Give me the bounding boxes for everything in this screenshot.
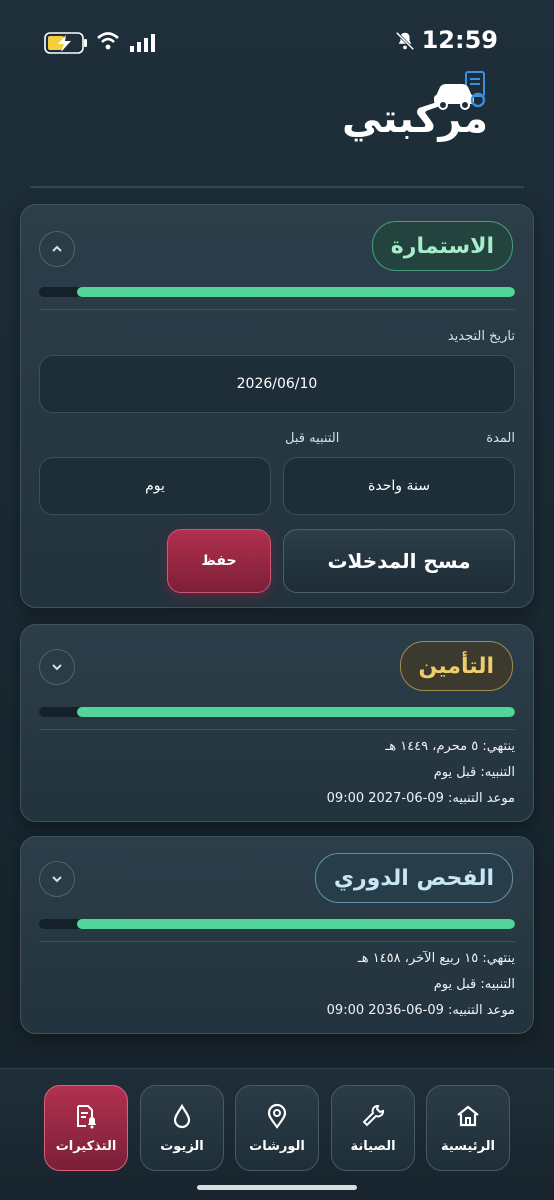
nav-label: التذكيرات [55, 1138, 117, 1154]
chevron-down-icon [52, 664, 62, 671]
nav-oils[interactable]: الزيوت [140, 1085, 224, 1171]
insurance-alert-time: موعد التنبيه: 09-06-2027 09:00 [326, 791, 515, 806]
nav-maintenance[interactable]: الصيانة [331, 1085, 415, 1171]
alert-before-select[interactable]: يوم [39, 457, 271, 515]
brand-title: مركبتي [341, 96, 488, 142]
progress-fill [77, 707, 515, 717]
status-bar: 12:59 [0, 0, 554, 80]
progress-fill [77, 287, 515, 297]
duration-label: المدة [486, 431, 515, 446]
inspection-alert-time: موعد التنبيه: 09-06-2036 09:00 [326, 1003, 515, 1018]
app-frame: 12:59 مركبتي الاستمارة تاريخ التجديد 202… [0, 0, 554, 1200]
registration-title[interactable]: الاستمارة [371, 221, 513, 271]
app-header: مركبتي [0, 70, 554, 190]
nav-label: الصيانة [350, 1138, 396, 1154]
battery-charging-icon [44, 32, 87, 54]
nav-reminders[interactable]: التذكيرات [44, 1085, 128, 1171]
insurance-expiry: ينتهي: ٥ محرم، ١٤٤٩ هـ [385, 739, 515, 754]
bottom-nav: الرئيسية الصيانة الورشات الزيوت التذكيرا… [0, 1068, 554, 1200]
status-time: 12:59 [421, 26, 498, 54]
expand-toggle[interactable] [39, 861, 75, 897]
insurance-card: التأمين ينتهي: ٥ محرم، ١٤٤٩ هـ التنبيه: … [20, 624, 534, 822]
card-divider [39, 941, 515, 942]
nav-home[interactable]: الرئيسية [426, 1085, 510, 1171]
registration-progress [39, 287, 515, 297]
chevron-up-icon [52, 245, 62, 252]
inspection-title[interactable]: الفحص الدوري [314, 853, 513, 903]
card-divider [39, 309, 515, 310]
home-icon [457, 1105, 479, 1126]
card-divider [39, 729, 515, 730]
inspection-card: الفحص الدوري ينتهي: ١٥ ربيع الآخر، ١٤٥٨ … [20, 836, 534, 1034]
cellular-signal-icon [130, 34, 155, 52]
renewal-date-field[interactable]: 2026/06/10 [39, 355, 515, 413]
nav-workshops[interactable]: الورشات [235, 1085, 319, 1171]
collapse-toggle[interactable] [39, 231, 75, 267]
progress-fill [77, 919, 515, 929]
drop-icon [173, 1103, 191, 1128]
header-divider [30, 186, 524, 188]
wifi-icon [97, 32, 119, 50]
inspection-alert: التنبيه: قبل يوم [433, 977, 515, 992]
duration-select[interactable]: سنة واحدة [283, 457, 515, 515]
nav-label: الرئيسية [440, 1138, 496, 1154]
insurance-alert: التنبيه: قبل يوم [433, 765, 515, 780]
save-button[interactable]: حفظ [167, 529, 271, 593]
bell-muted-icon [395, 31, 415, 51]
chevron-down-icon [52, 876, 62, 883]
nav-label: الزيوت [160, 1138, 204, 1154]
wrench-icon [362, 1104, 384, 1126]
reminder-document-icon [77, 1104, 96, 1128]
registration-card: الاستمارة تاريخ التجديد 2026/06/10 المدة… [20, 204, 534, 608]
clear-inputs-button[interactable]: مسح المدخلات [283, 529, 515, 593]
alert-before-label: التنبيه قبل [285, 431, 340, 446]
renewal-date-label: تاريخ التجديد [447, 329, 515, 344]
home-indicator [197, 1185, 357, 1190]
inspection-progress [39, 919, 515, 929]
insurance-title[interactable]: التأمين [399, 641, 513, 691]
inspection-expiry: ينتهي: ١٥ ربيع الآخر، ١٤٥٨ هـ [357, 951, 515, 966]
insurance-progress [39, 707, 515, 717]
nav-label: الورشات [249, 1138, 305, 1154]
location-pin-icon [267, 1103, 287, 1129]
expand-toggle[interactable] [39, 649, 75, 685]
